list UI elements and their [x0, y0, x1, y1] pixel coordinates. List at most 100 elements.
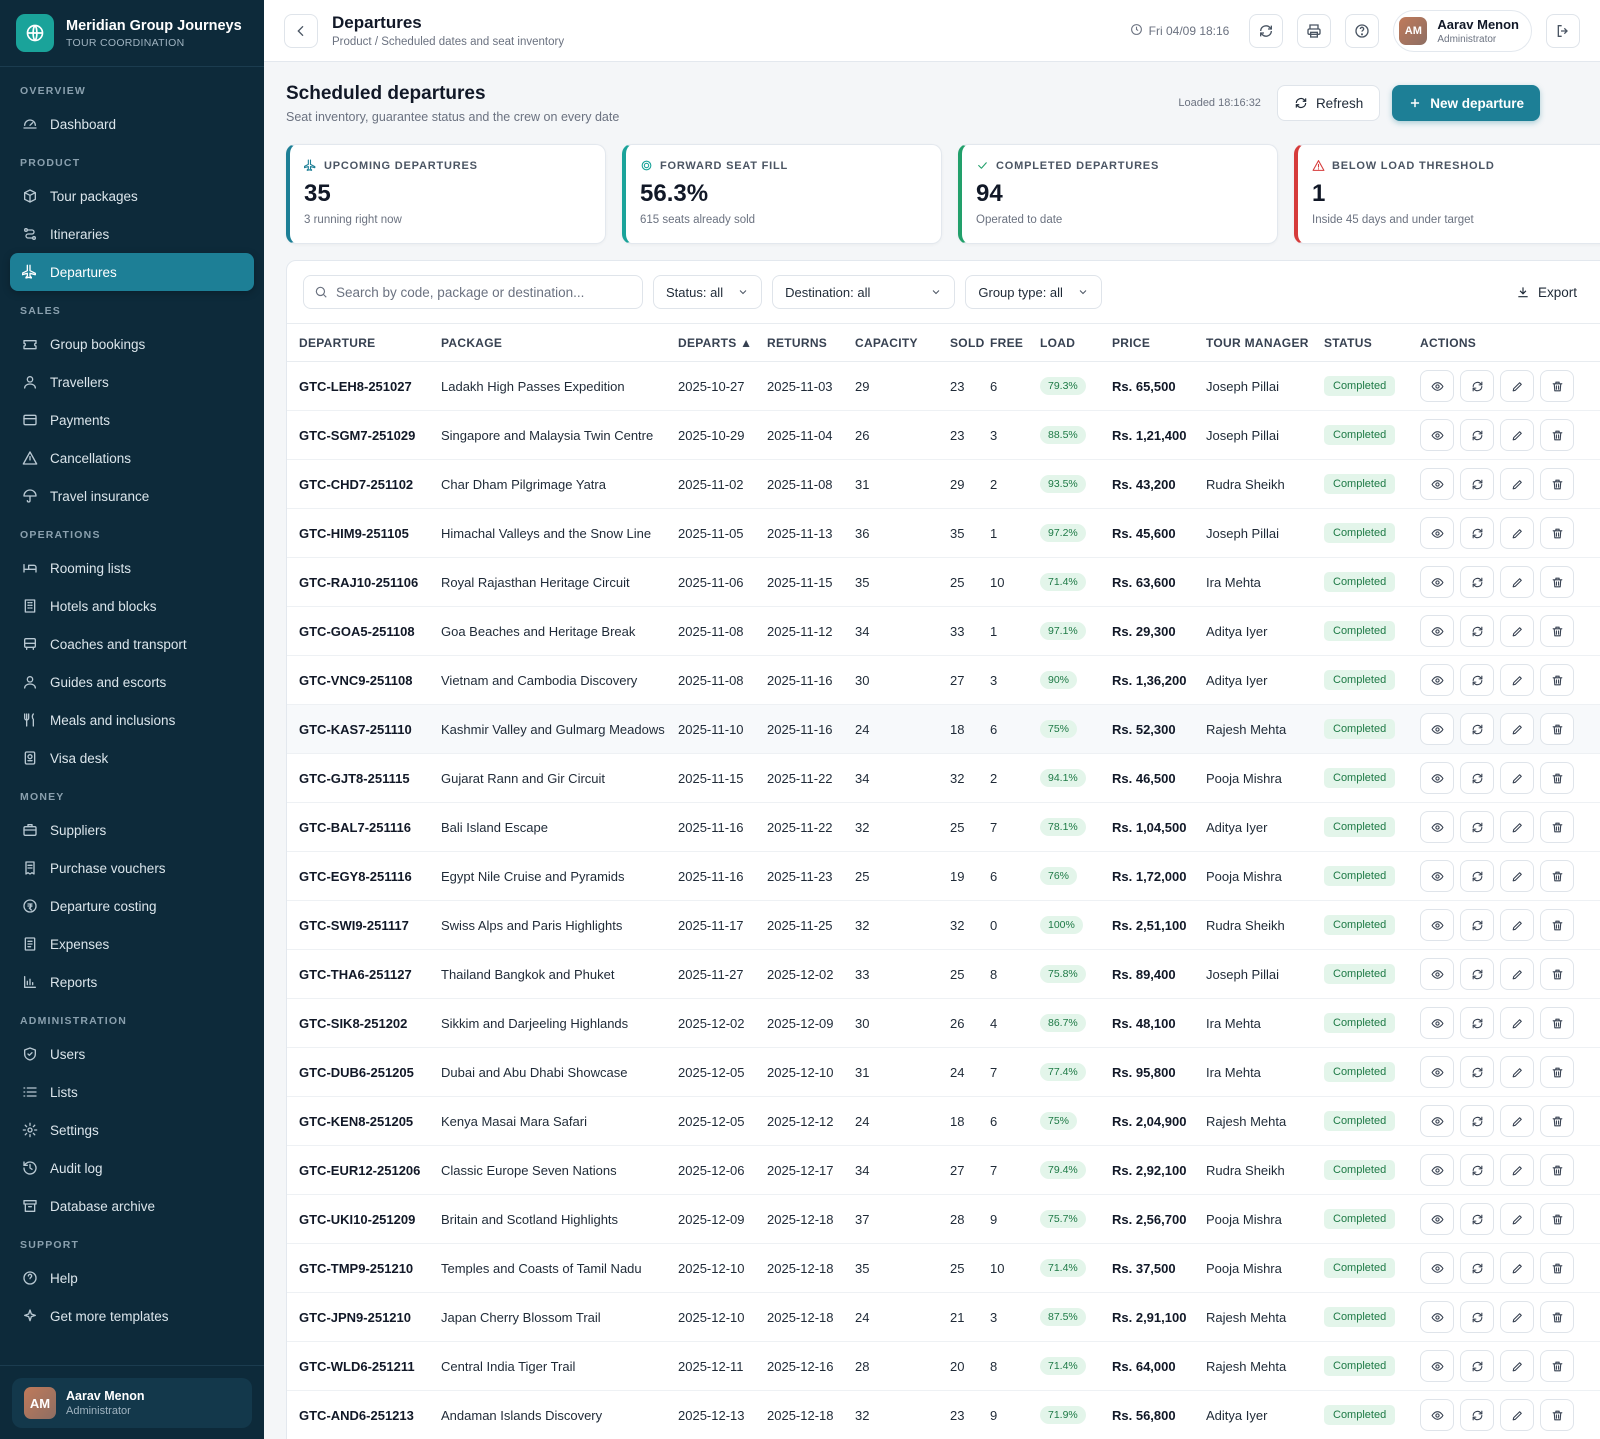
delete-button[interactable]: [1540, 615, 1574, 647]
delete-button[interactable]: [1540, 1105, 1574, 1137]
sidebar-item-group-bookings[interactable]: Group bookings: [10, 325, 254, 363]
duplicate-button[interactable]: [1460, 468, 1494, 500]
duplicate-button[interactable]: [1460, 958, 1494, 990]
table-row[interactable]: GTC-GJT8-251115 Gujarat Rann and Gir Circ…: [287, 753, 1600, 803]
sidebar-item-database-archive[interactable]: Database archive: [10, 1187, 254, 1225]
duplicate-button[interactable]: [1460, 566, 1494, 598]
delete-button[interactable]: [1540, 1252, 1574, 1284]
duplicate-button[interactable]: [1460, 517, 1494, 549]
sidebar-item-purchase-vouchers[interactable]: Purchase vouchers: [10, 849, 254, 887]
duplicate-button[interactable]: [1460, 419, 1494, 451]
back-button[interactable]: [284, 13, 318, 48]
view-button[interactable]: [1420, 615, 1454, 647]
edit-button[interactable]: [1500, 468, 1534, 500]
view-button[interactable]: [1420, 811, 1454, 843]
sidebar-item-departure-costing[interactable]: Departure costing: [10, 887, 254, 925]
duplicate-button[interactable]: [1460, 811, 1494, 843]
edit-button[interactable]: [1500, 762, 1534, 794]
duplicate-button[interactable]: [1460, 1105, 1494, 1137]
duplicate-button[interactable]: [1460, 1007, 1494, 1039]
view-button[interactable]: [1420, 1105, 1454, 1137]
delete-button[interactable]: [1540, 1203, 1574, 1235]
edit-button[interactable]: [1500, 811, 1534, 843]
table-row[interactable]: GTC-SGM7-251029 Singapore and Malaysia Tw…: [287, 410, 1600, 460]
sidebar-item-payments[interactable]: Payments: [10, 401, 254, 439]
view-button[interactable]: [1420, 860, 1454, 892]
delete-button[interactable]: [1540, 1350, 1574, 1382]
status-filter[interactable]: Status: all: [653, 275, 763, 309]
sidebar-item-visa-desk[interactable]: Visa desk: [10, 739, 254, 777]
table-row[interactable]: GTC-WLD6-251211 Central India Tiger Trail…: [287, 1341, 1600, 1391]
table-row[interactable]: GTC-TMP9-251210 Temples and Coasts of Tam…: [287, 1243, 1600, 1293]
table-row[interactable]: GTC-VNC9-251108 Vietnam and Cambodia Disc…: [287, 655, 1600, 705]
edit-button[interactable]: [1500, 370, 1534, 402]
edit-button[interactable]: [1500, 909, 1534, 941]
delete-button[interactable]: [1540, 370, 1574, 402]
table-row[interactable]: GTC-CHD7-251102 Char Dham Pilgrimage Yatr…: [287, 459, 1600, 509]
sidebar-item-guides-and-escorts[interactable]: Guides and escorts: [10, 663, 254, 701]
table-row[interactable]: GTC-EGY8-251116 Egypt Nile Cruise and Pyr…: [287, 851, 1600, 901]
view-button[interactable]: [1420, 762, 1454, 794]
view-button[interactable]: [1420, 958, 1454, 990]
view-button[interactable]: [1420, 1399, 1454, 1431]
sidebar-item-lists[interactable]: Lists: [10, 1073, 254, 1111]
duplicate-button[interactable]: [1460, 615, 1494, 647]
view-button[interactable]: [1420, 419, 1454, 451]
help-button[interactable]: [1345, 13, 1380, 48]
export-button[interactable]: Export: [1516, 285, 1577, 300]
view-button[interactable]: [1420, 909, 1454, 941]
duplicate-button[interactable]: [1460, 1301, 1494, 1333]
edit-button[interactable]: [1500, 1252, 1534, 1284]
sidebar-item-hotels-and-blocks[interactable]: Hotels and blocks: [10, 587, 254, 625]
table-row[interactable]: GTC-GOA5-251108 Goa Beaches and Heritage …: [287, 606, 1600, 656]
view-button[interactable]: [1420, 517, 1454, 549]
delete-button[interactable]: [1540, 1007, 1574, 1039]
duplicate-button[interactable]: [1460, 1252, 1494, 1284]
edit-button[interactable]: [1500, 1301, 1534, 1333]
edit-button[interactable]: [1500, 1056, 1534, 1088]
duplicate-button[interactable]: [1460, 1154, 1494, 1186]
duplicate-button[interactable]: [1460, 1056, 1494, 1088]
view-button[interactable]: [1420, 1007, 1454, 1039]
sidebar-item-settings[interactable]: Settings: [10, 1111, 254, 1149]
delete-button[interactable]: [1540, 1301, 1574, 1333]
sidebar-item-expenses[interactable]: Expenses: [10, 925, 254, 963]
delete-button[interactable]: [1540, 1399, 1574, 1431]
view-button[interactable]: [1420, 468, 1454, 500]
view-button[interactable]: [1420, 566, 1454, 598]
delete-button[interactable]: [1540, 860, 1574, 892]
duplicate-button[interactable]: [1460, 713, 1494, 745]
delete-button[interactable]: [1540, 468, 1574, 500]
duplicate-button[interactable]: [1460, 664, 1494, 696]
edit-button[interactable]: [1500, 1350, 1534, 1382]
view-button[interactable]: [1420, 1350, 1454, 1382]
delete-button[interactable]: [1540, 811, 1574, 843]
sidebar-item-coaches-and-transport[interactable]: Coaches and transport: [10, 625, 254, 663]
table-row[interactable]: GTC-SIK8-251202 Sikkim and Darjeeling Hig…: [287, 998, 1600, 1048]
delete-button[interactable]: [1540, 909, 1574, 941]
view-button[interactable]: [1420, 1203, 1454, 1235]
destination-filter[interactable]: Destination: all: [772, 275, 956, 309]
sidebar-item-get-more-templates[interactable]: Get more templates: [10, 1297, 254, 1335]
sidebar-item-users[interactable]: Users: [10, 1035, 254, 1073]
table-row[interactable]: GTC-HIM9-251105 Himachal Valleys and the …: [287, 508, 1600, 558]
sidebar-item-dashboard[interactable]: Dashboard: [10, 105, 254, 143]
duplicate-button[interactable]: [1460, 1399, 1494, 1431]
edit-button[interactable]: [1500, 1007, 1534, 1039]
table-row[interactable]: GTC-THA6-251127 Thailand Bangkok and Phuk…: [287, 949, 1600, 999]
duplicate-button[interactable]: [1460, 909, 1494, 941]
delete-button[interactable]: [1540, 419, 1574, 451]
new-departure-button[interactable]: New departure: [1392, 85, 1540, 121]
view-button[interactable]: [1420, 1252, 1454, 1284]
edit-button[interactable]: [1500, 419, 1534, 451]
view-button[interactable]: [1420, 1154, 1454, 1186]
sidebar-item-reports[interactable]: Reports: [10, 963, 254, 1001]
table-row[interactable]: GTC-RAJ10-251106 Royal Rajasthan Heritage…: [287, 557, 1600, 607]
sidebar-item-travel-insurance[interactable]: Travel insurance: [10, 477, 254, 515]
delete-button[interactable]: [1540, 664, 1574, 696]
duplicate-button[interactable]: [1460, 762, 1494, 794]
print-button[interactable]: [1297, 13, 1332, 48]
delete-button[interactable]: [1540, 958, 1574, 990]
sidebar-item-cancellations[interactable]: Cancellations: [10, 439, 254, 477]
duplicate-button[interactable]: [1460, 1203, 1494, 1235]
